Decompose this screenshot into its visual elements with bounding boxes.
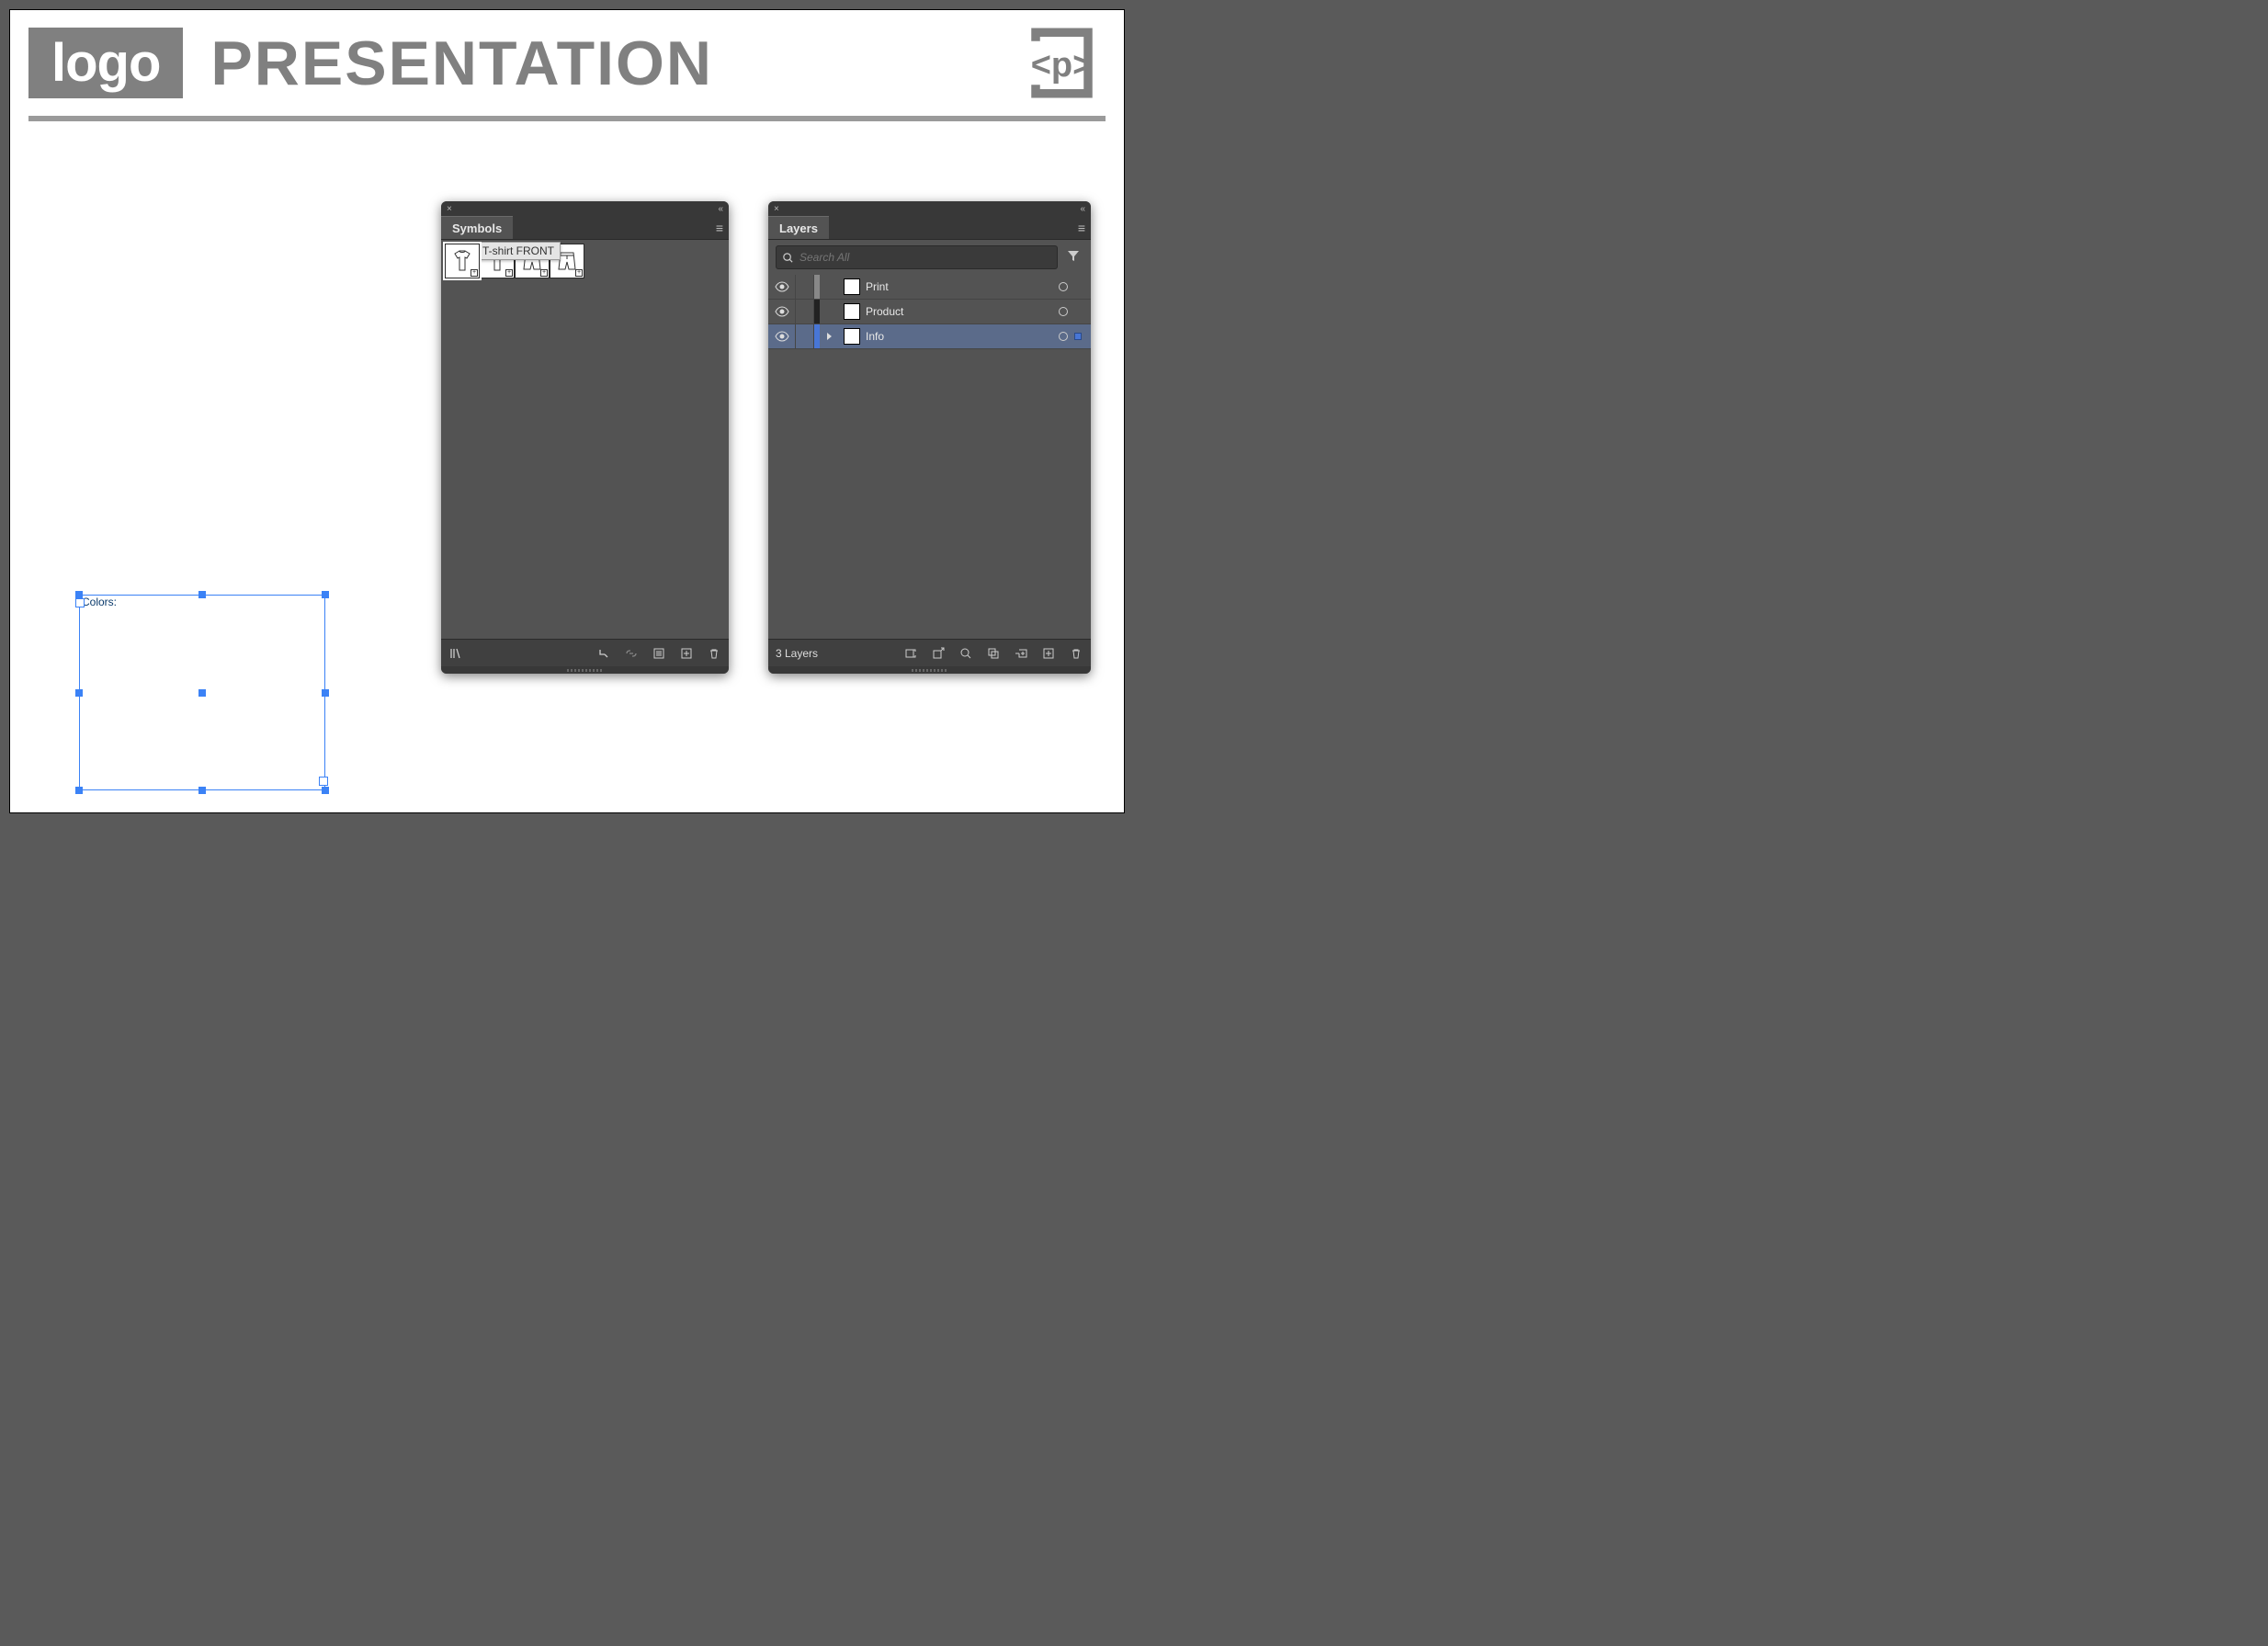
symbol-tooltip: T-shirt FRONT bbox=[476, 242, 561, 260]
visibility-toggle-icon[interactable] bbox=[768, 275, 796, 299]
expand-toggle-icon[interactable] bbox=[820, 300, 838, 324]
symbols-panel[interactable]: × « Symbols ≡ ++++ T-shirt FRONT bbox=[441, 201, 729, 674]
symbol-thumb-tshirt-front[interactable]: + bbox=[445, 244, 480, 278]
filter-icon[interactable] bbox=[1063, 248, 1083, 267]
panel-tabbar: Symbols ≡ bbox=[441, 216, 729, 240]
layer-name-label[interactable]: Info bbox=[866, 330, 1052, 343]
break-link-icon[interactable] bbox=[624, 646, 639, 661]
layer-name-label[interactable]: Print bbox=[866, 280, 1052, 293]
layer-search-field[interactable] bbox=[799, 251, 1051, 264]
logo-placeholder: logo bbox=[28, 28, 183, 98]
tab-layers[interactable]: Layers bbox=[768, 216, 829, 239]
new-symbol-icon[interactable] bbox=[679, 646, 694, 661]
locate-object-icon[interactable] bbox=[903, 646, 918, 661]
brand-mark-icon: <p> bbox=[1018, 19, 1106, 107]
close-icon[interactable]: × bbox=[447, 204, 452, 214]
lock-toggle[interactable] bbox=[796, 275, 814, 299]
new-layer-icon[interactable] bbox=[1041, 646, 1056, 661]
search-icon[interactable] bbox=[958, 646, 973, 661]
layers-panel[interactable]: × « Layers ≡ Print Product Info 3 Layers bbox=[768, 201, 1091, 674]
close-icon[interactable]: × bbox=[774, 204, 779, 214]
selection-handle[interactable] bbox=[76, 788, 82, 793]
selection-handle[interactable] bbox=[75, 598, 85, 607]
search-icon bbox=[782, 252, 794, 264]
layer-row-print[interactable]: Print bbox=[768, 275, 1091, 300]
selection-handle[interactable] bbox=[323, 592, 328, 597]
selection-handle[interactable] bbox=[199, 690, 205, 696]
clipping-mask-icon[interactable] bbox=[986, 646, 1001, 661]
target-icon[interactable] bbox=[1052, 282, 1074, 291]
panel-menu-icon[interactable]: ≡ bbox=[710, 221, 729, 235]
layer-row-info[interactable]: Info bbox=[768, 324, 1091, 349]
layer-thumbnail bbox=[844, 278, 860, 295]
place-symbol-icon[interactable] bbox=[596, 646, 611, 661]
panel-topbar[interactable]: × « bbox=[768, 201, 1091, 216]
visibility-toggle-icon[interactable] bbox=[768, 324, 796, 348]
lock-toggle[interactable] bbox=[796, 324, 814, 348]
symbols-body: ++++ T-shirt FRONT bbox=[441, 240, 729, 639]
selected-object-label: Colors: bbox=[82, 596, 117, 608]
symbols-footer bbox=[441, 639, 729, 666]
svg-text:<p>: <p> bbox=[1031, 46, 1094, 85]
panel-tabbar: Layers ≡ bbox=[768, 216, 1091, 240]
selection-handle[interactable] bbox=[199, 788, 205, 793]
header-divider bbox=[28, 116, 1106, 121]
document-header: logo PRESENTATION <p> bbox=[10, 10, 1124, 107]
panel-menu-icon[interactable]: ≡ bbox=[1072, 221, 1091, 235]
layer-name-label[interactable]: Product bbox=[866, 305, 1052, 318]
selection-handle[interactable] bbox=[323, 788, 328, 793]
target-icon[interactable] bbox=[1052, 332, 1074, 341]
symbol-options-icon[interactable] bbox=[652, 646, 666, 661]
selection-indicator[interactable] bbox=[1074, 333, 1091, 340]
tab-symbols[interactable]: Symbols bbox=[441, 216, 513, 239]
selection-handle[interactable] bbox=[323, 690, 328, 696]
layers-body: Print Product Info bbox=[768, 240, 1091, 639]
selection-handle[interactable] bbox=[319, 777, 328, 786]
target-icon[interactable] bbox=[1052, 307, 1074, 316]
selection-handle[interactable] bbox=[76, 690, 82, 696]
panel-resize-grip[interactable] bbox=[768, 666, 1091, 674]
panel-resize-grip[interactable] bbox=[441, 666, 729, 674]
panel-topbar[interactable]: × « bbox=[441, 201, 729, 216]
layer-row-product[interactable]: Product bbox=[768, 300, 1091, 324]
selection-handle[interactable] bbox=[199, 592, 205, 597]
collapse-icon[interactable]: « bbox=[718, 204, 723, 214]
expand-toggle-icon[interactable] bbox=[820, 275, 838, 299]
visibility-toggle-icon[interactable] bbox=[768, 300, 796, 324]
expand-toggle-icon[interactable] bbox=[820, 324, 838, 348]
page-title: PRESENTATION bbox=[210, 28, 713, 99]
collapse-icon[interactable]: « bbox=[1080, 204, 1085, 214]
delete-layer-icon[interactable] bbox=[1069, 646, 1083, 661]
layer-thumbnail bbox=[844, 303, 860, 320]
layer-thumbnail bbox=[844, 328, 860, 345]
delete-symbol-icon[interactable] bbox=[707, 646, 721, 661]
layers-count: 3 Layers bbox=[776, 647, 818, 660]
export-icon[interactable] bbox=[931, 646, 946, 661]
selection-handle[interactable] bbox=[76, 592, 82, 597]
new-sublayer-icon[interactable] bbox=[1014, 646, 1028, 661]
layers-footer: 3 Layers bbox=[768, 639, 1091, 666]
layer-search-input[interactable] bbox=[776, 245, 1058, 269]
lock-toggle[interactable] bbox=[796, 300, 814, 324]
library-icon[interactable] bbox=[448, 646, 463, 661]
